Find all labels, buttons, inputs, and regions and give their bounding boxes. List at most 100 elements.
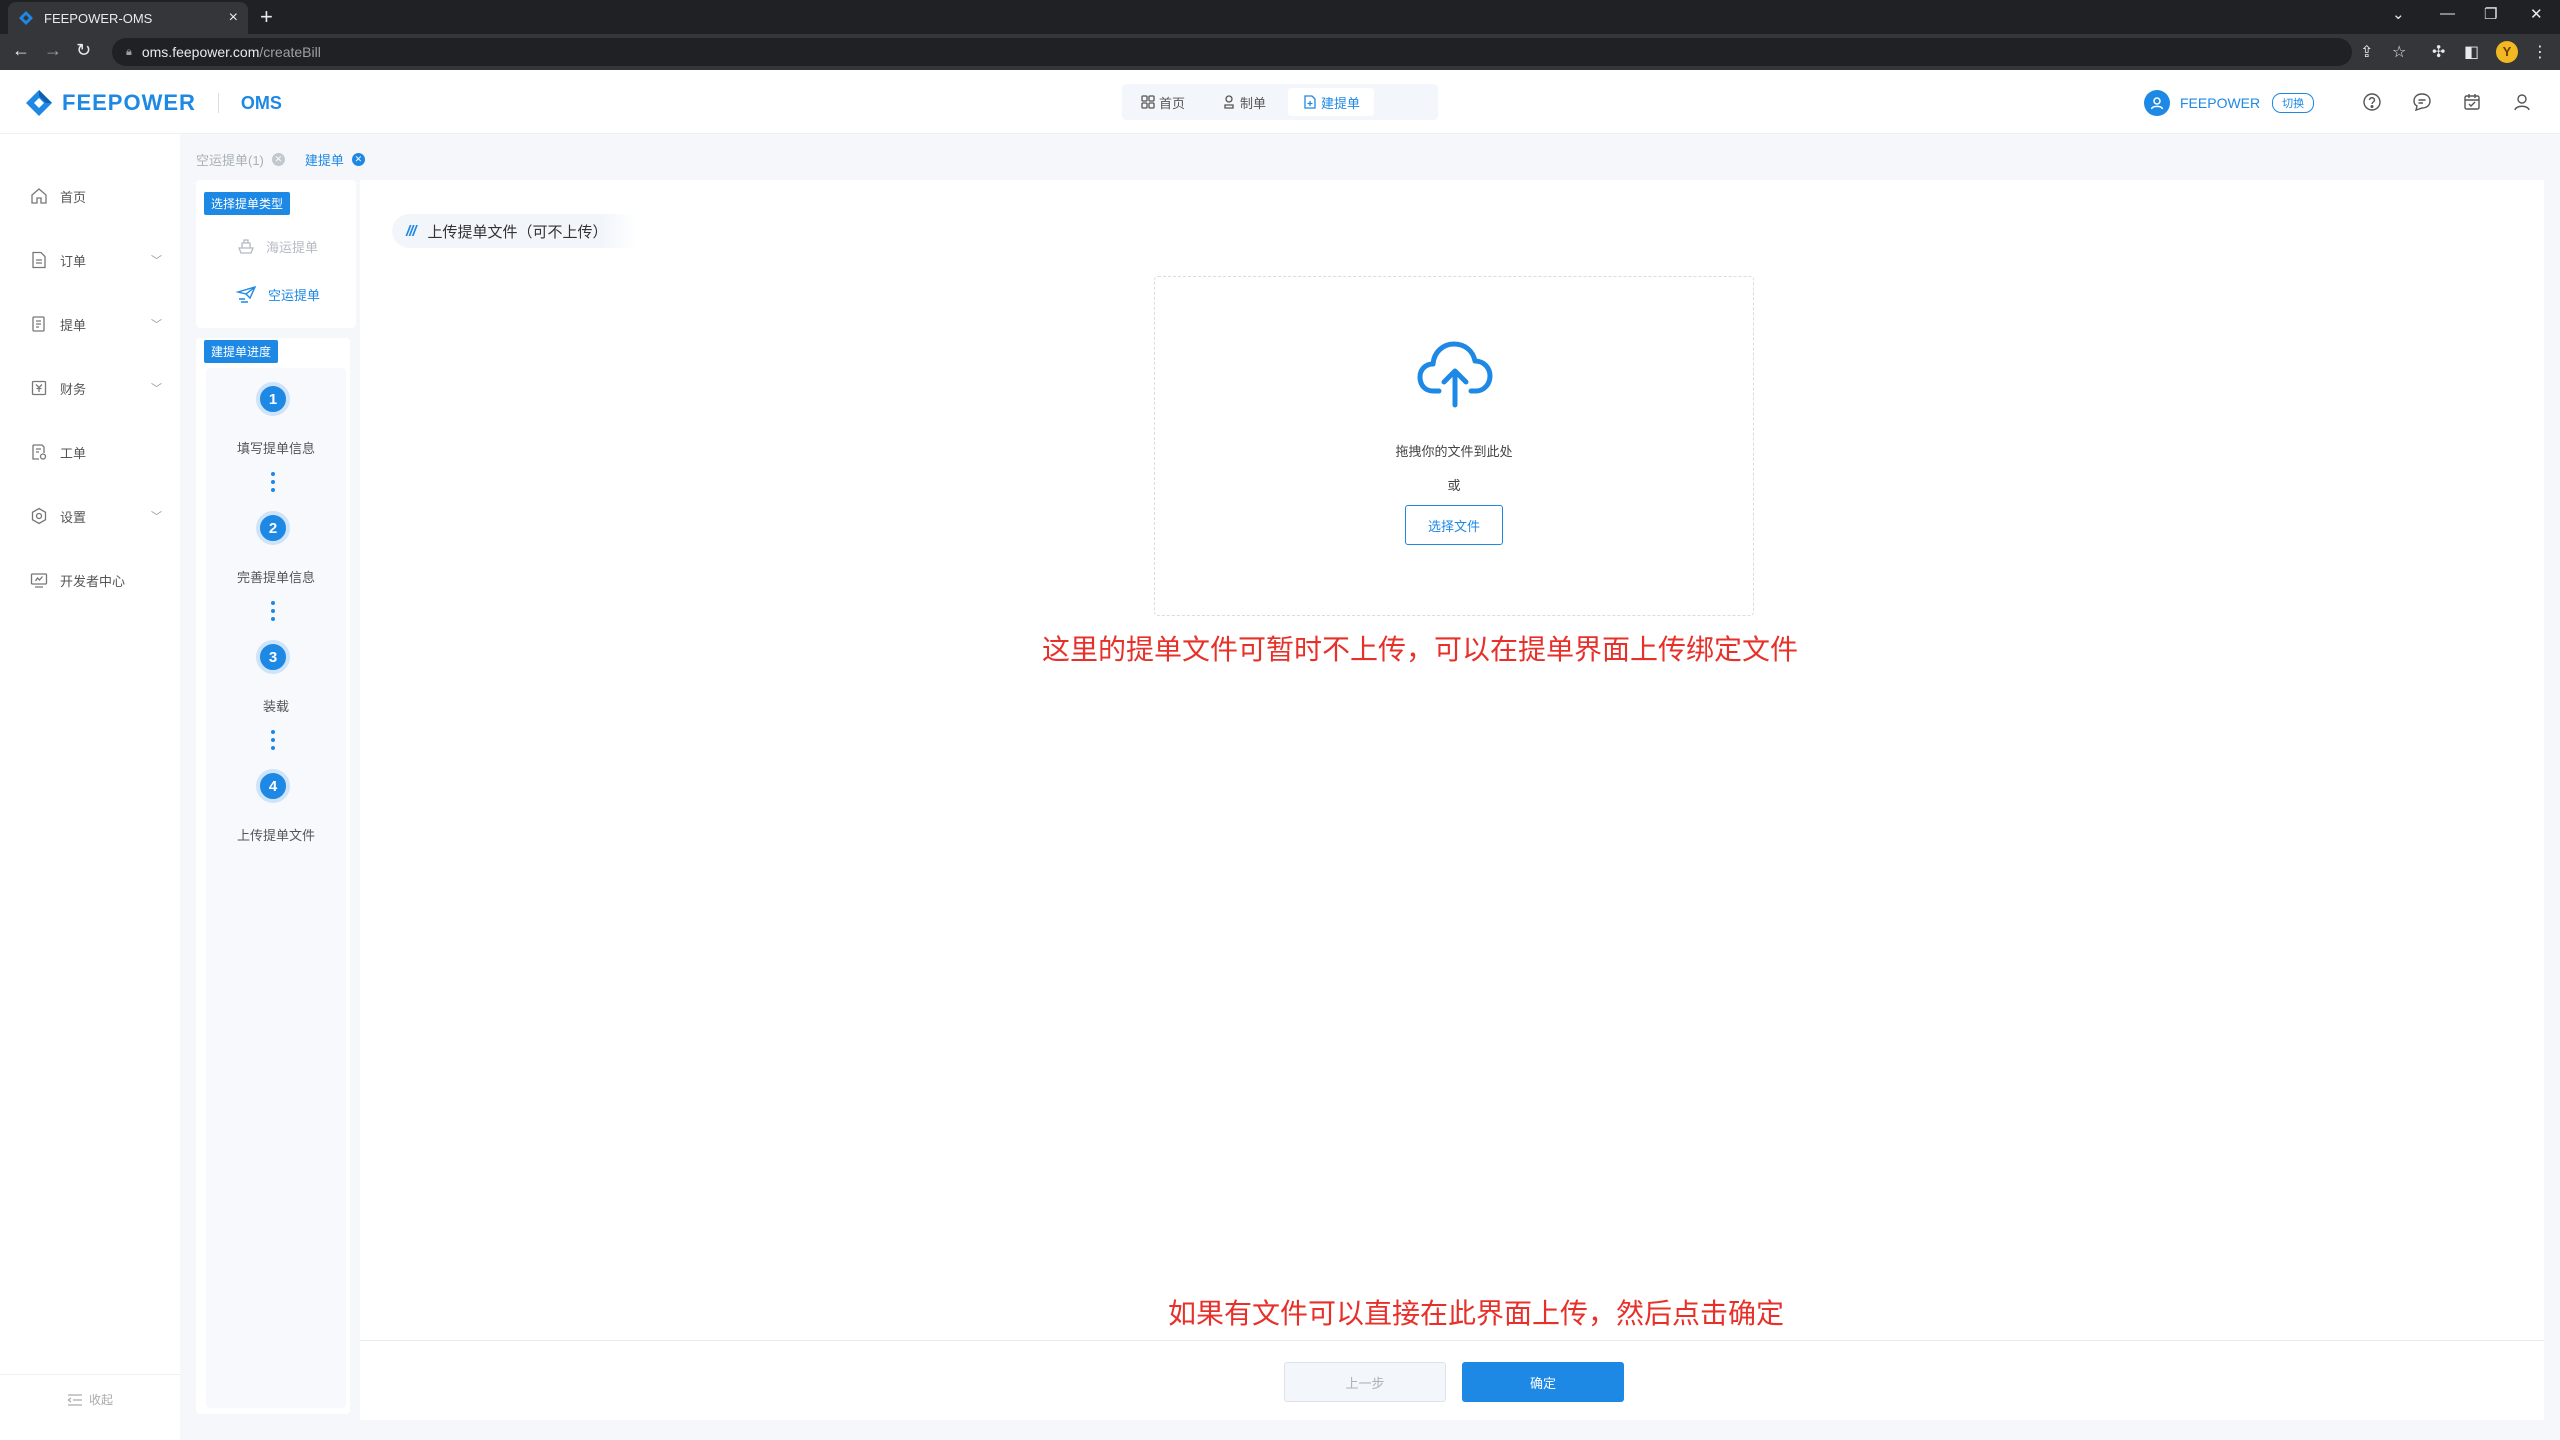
ticket-icon [32,444,47,460]
browser-address-bar: ← → ↻ 🔒︎ oms.feepower.com/createBill ⇪ ☆… [0,34,2560,70]
extensions-puzzle-icon[interactable]: ✣ [2432,42,2445,62]
sidebar-item-home[interactable]: 首页 [0,176,180,216]
finance-icon [31,380,47,396]
browser-menu-icon[interactable]: ⋮ [2532,42,2548,62]
browser-tab[interactable]: FEEPOWER-OMS × [8,2,248,34]
tab-search-chevron-icon[interactable]: ⌄ [2392,5,2405,23]
switch-account-button[interactable]: 切换 [2272,93,2315,113]
reload-icon[interactable]: ↻ [76,40,91,61]
bill-type-air[interactable]: 空运提单 [236,284,320,304]
progress-badge: 建提单进度 [204,340,279,363]
bill-type-sea[interactable]: 海运提单 [236,236,318,256]
sidebar: 首页 订单 ﹀ 提单 ﹀ 财务 ﹀ 工单 设置 ﹀ 开发者中心 收起 [0,134,180,1440]
sidebar-item-orders[interactable]: 订单 ﹀ [0,240,180,280]
grid-icon [1141,95,1155,109]
tag-create-bill[interactable]: 建提单 ✕ [305,150,365,169]
sidebar-item-developer[interactable]: 开发者中心 [0,560,180,600]
nav-home[interactable]: 首页 [1126,88,1199,116]
step-3-circle: 3 [256,640,290,674]
chevron-down-icon: ﹀ [151,511,162,523]
sidebar-item-settings[interactable]: 设置 ﹀ [0,496,180,536]
top-navigation: 首页 制单 建提单 [1122,84,1438,120]
main-content: /// 上传提单文件（可不上传） 拖拽你的文件到此处 或 选择文件 这里的提单文… [360,180,2544,1420]
previous-step-button[interactable]: 上一步 [1284,1362,1446,1402]
sidebar-item-label: 财务 [60,381,87,397]
sidebar-item-label: 开发者中心 [60,573,126,589]
sidebar-item-label: 工单 [60,445,87,461]
step-4-circle: 4 [256,769,290,803]
close-tab-icon[interactable]: × [229,9,238,27]
tag-air-bill[interactable]: 空运提单(1) ✕ [196,150,285,169]
tag-label: 空运提单(1) [196,152,264,168]
step-1-circle: 1 [256,382,290,416]
add-doc-icon [1304,95,1316,109]
url-host: oms.feepower.com [141,44,260,60]
account-icon[interactable] [2512,92,2532,112]
cloud-upload-icon [1417,341,1493,408]
sidebar-item-tickets[interactable]: 工单 [0,432,180,472]
progress-panel: 建提单进度 1 填写提单信息 2 完善提单信息 3 装载 4 上传提单文件 [196,338,350,1414]
sidebar-collapse-button[interactable]: 收起 [0,1374,180,1424]
bill-type-badge: 选择提单类型 [204,192,291,215]
forward-icon[interactable]: → [44,40,62,61]
bill-type-panel: 选择提单类型 海运提单 空运提单 [196,180,356,328]
sidebar-item-label: 订单 [60,253,87,269]
settings-icon [31,507,47,525]
bookmark-star-icon[interactable]: ☆ [2392,42,2406,62]
section-title: 上传提单文件（可不上传） [427,223,608,241]
message-icon[interactable] [2412,92,2432,112]
annotation-top: 这里的提单文件可暂时不上传，可以在提单界面上传绑定文件 [1042,634,1799,665]
product-name: OMS [240,92,282,113]
user-info[interactable]: FEEPOWER 切换 [2144,90,2315,116]
restore-icon[interactable]: ❐ [2484,5,2497,23]
sidebar-item-bills[interactable]: 提单 ﹀ [0,304,180,344]
sidebar-item-finance[interactable]: 财务 ﹀ [0,368,180,408]
feepower-logo-icon [26,90,52,116]
bill-type-air-label: 空运提单 [268,287,321,303]
step-1-label: 填写提单信息 [236,441,315,456]
user-avatar-icon [2144,90,2170,116]
browser-profile-avatar[interactable]: Y [2496,41,2518,63]
user-name: FEEPOWER [2180,95,2261,111]
step-connector [271,472,275,496]
help-icon[interactable] [2362,92,2382,112]
nav-create-bill-label: 建提单 [1321,95,1361,111]
bill-type-sea-label: 海运提单 [266,239,319,255]
chevron-down-icon: ﹀ [151,255,162,267]
minimize-icon[interactable]: — [2440,5,2455,22]
app-header: FEEPOWER OMS 首页 制单 建提单 FEEPOWER 切换 [0,70,2560,134]
lock-icon: 🔒︎ [126,45,132,58]
close-tag-icon[interactable]: ✕ [271,152,285,166]
home-icon [31,188,47,204]
confirm-button[interactable]: 确定 [1462,1362,1624,1402]
nav-make-bill[interactable]: 制单 [1207,88,1280,116]
close-tag-icon[interactable]: ✕ [351,152,365,166]
tag-label: 建提单 [304,152,344,168]
step-3-label: 装载 [262,699,289,714]
select-file-button[interactable]: 选择文件 [1405,505,1503,545]
stamp-icon [1224,95,1234,109]
nav-make-bill-label: 制单 [1240,95,1267,111]
developer-icon [30,573,48,588]
section-header: /// 上传提单文件（可不上传） [392,214,638,248]
sidebar-item-label: 首页 [60,189,87,205]
drop-hint-text: 拖拽你的文件到此处 [1395,444,1513,459]
feepower-favicon-icon [19,11,33,25]
share-icon[interactable]: ⇪ [2360,42,2373,62]
file-drop-zone[interactable]: 拖拽你的文件到此处 或 选择文件 [1154,276,1754,616]
window-close-icon[interactable]: ✕ [2530,5,2543,23]
new-tab-icon[interactable]: + [260,4,273,30]
footer-divider [360,1340,2544,1341]
browser-tab-title: FEEPOWER-OMS [44,10,153,26]
slashes-icon: /// [406,222,416,240]
back-icon[interactable]: ← [12,40,30,61]
calendar-icon[interactable] [2462,92,2482,112]
browser-tab-bar: FEEPOWER-OMS × + ⌄ — ❐ ✕ [0,0,2560,34]
step-connector [271,730,275,754]
side-panel-icon[interactable]: ◧ [2464,42,2479,62]
sidebar-item-label: 设置 [60,509,87,525]
url-field[interactable]: 🔒︎ oms.feepower.com/createBill [112,38,2352,66]
nav-create-bill[interactable]: 建提单 [1288,88,1375,116]
logo[interactable]: FEEPOWER OMS [24,88,282,118]
ship-icon [238,239,254,254]
